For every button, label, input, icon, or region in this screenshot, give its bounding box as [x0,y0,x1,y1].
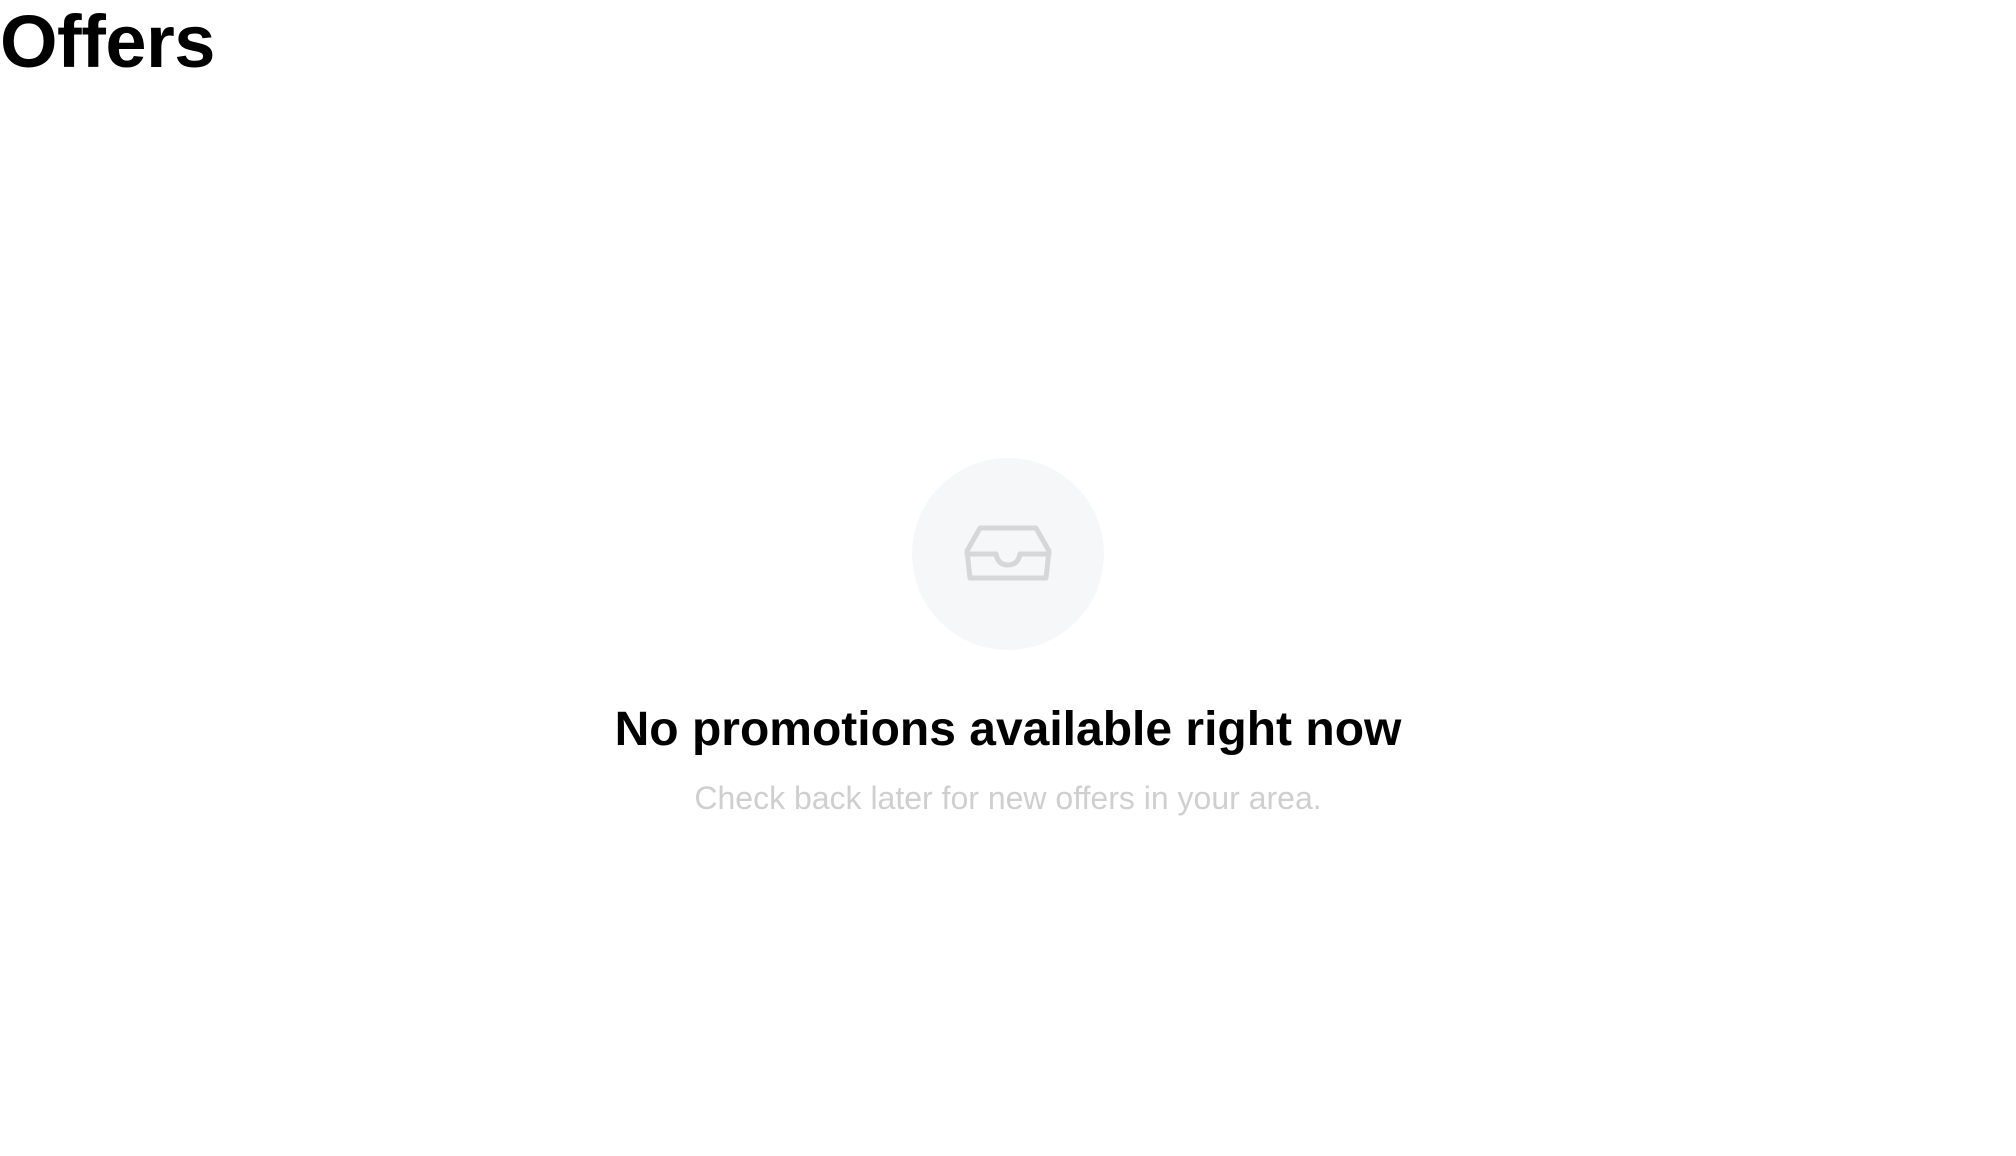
offers-page: Offers No promotions available right now… [0,0,2016,1156]
page-title: Offers [0,0,215,83]
empty-state-subtext: Check back later for new offers in your … [694,780,1322,816]
inbox-tray-icon [964,525,1052,581]
empty-state-icon-circle [912,458,1104,650]
empty-state: No promotions available right now Check … [0,458,2016,818]
empty-state-heading: No promotions available right now [614,703,1402,756]
